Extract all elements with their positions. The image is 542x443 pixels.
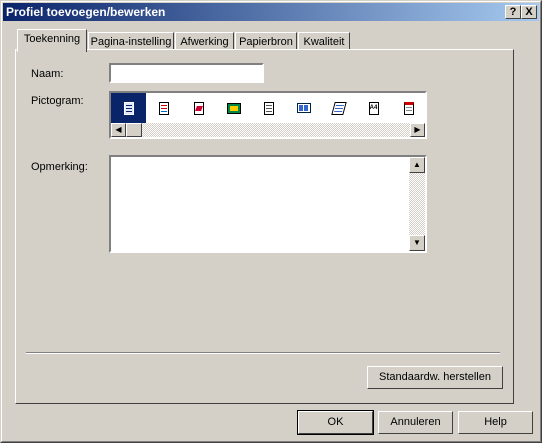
profile-booklet-icon[interactable] [251,93,286,123]
profile-a4-icon[interactable]: A4 [356,93,391,123]
profile-nup-icon[interactable] [286,93,321,123]
help-title-button[interactable]: ? [505,5,521,19]
comment-label: Opmerking: [31,161,88,173]
comment-textarea[interactable]: ▲ ▼ [109,155,427,253]
dialog-window: Profiel toevoegen/bewerken ? X Toekennin… [0,0,542,443]
icon-hscrollbar[interactable]: ◀ ▶ [111,123,425,137]
profile-image-icon[interactable] [216,93,251,123]
separator [26,352,500,354]
ok-button[interactable]: OK [297,410,374,435]
scroll-right-button[interactable]: ▶ [410,123,425,137]
tab-toekenning[interactable]: Toekenning [17,29,87,52]
title-bar[interactable]: Profiel toevoegen/bewerken ? X [3,3,539,21]
scroll-up-button[interactable]: ▲ [409,157,425,173]
dialog-title: Profiel toevoegen/bewerken [6,5,166,19]
scroll-left-button[interactable]: ◀ [111,123,126,137]
close-button[interactable]: X [521,5,537,19]
icon-label: Pictogram: [31,95,84,107]
profile-poster-icon[interactable] [321,93,356,123]
help-button[interactable]: Help [458,411,533,434]
profile-default-icon[interactable] [111,93,146,123]
scroll-thumb[interactable] [126,123,142,137]
name-label: Naam: [31,68,64,80]
profile-color-icon[interactable] [181,93,216,123]
restore-defaults-button[interactable]: Standaardw. herstellen [367,366,503,389]
cancel-button[interactable]: Annuleren [378,411,453,434]
icon-list[interactable]: A4 ◀ ▶ [109,91,427,139]
scroll-down-button[interactable]: ▼ [409,235,425,251]
comment-vscrollbar[interactable]: ▲ ▼ [409,157,425,251]
profile-text-icon[interactable] [146,93,181,123]
name-input[interactable] [109,63,264,83]
profile-calendar-icon[interactable] [391,93,425,123]
